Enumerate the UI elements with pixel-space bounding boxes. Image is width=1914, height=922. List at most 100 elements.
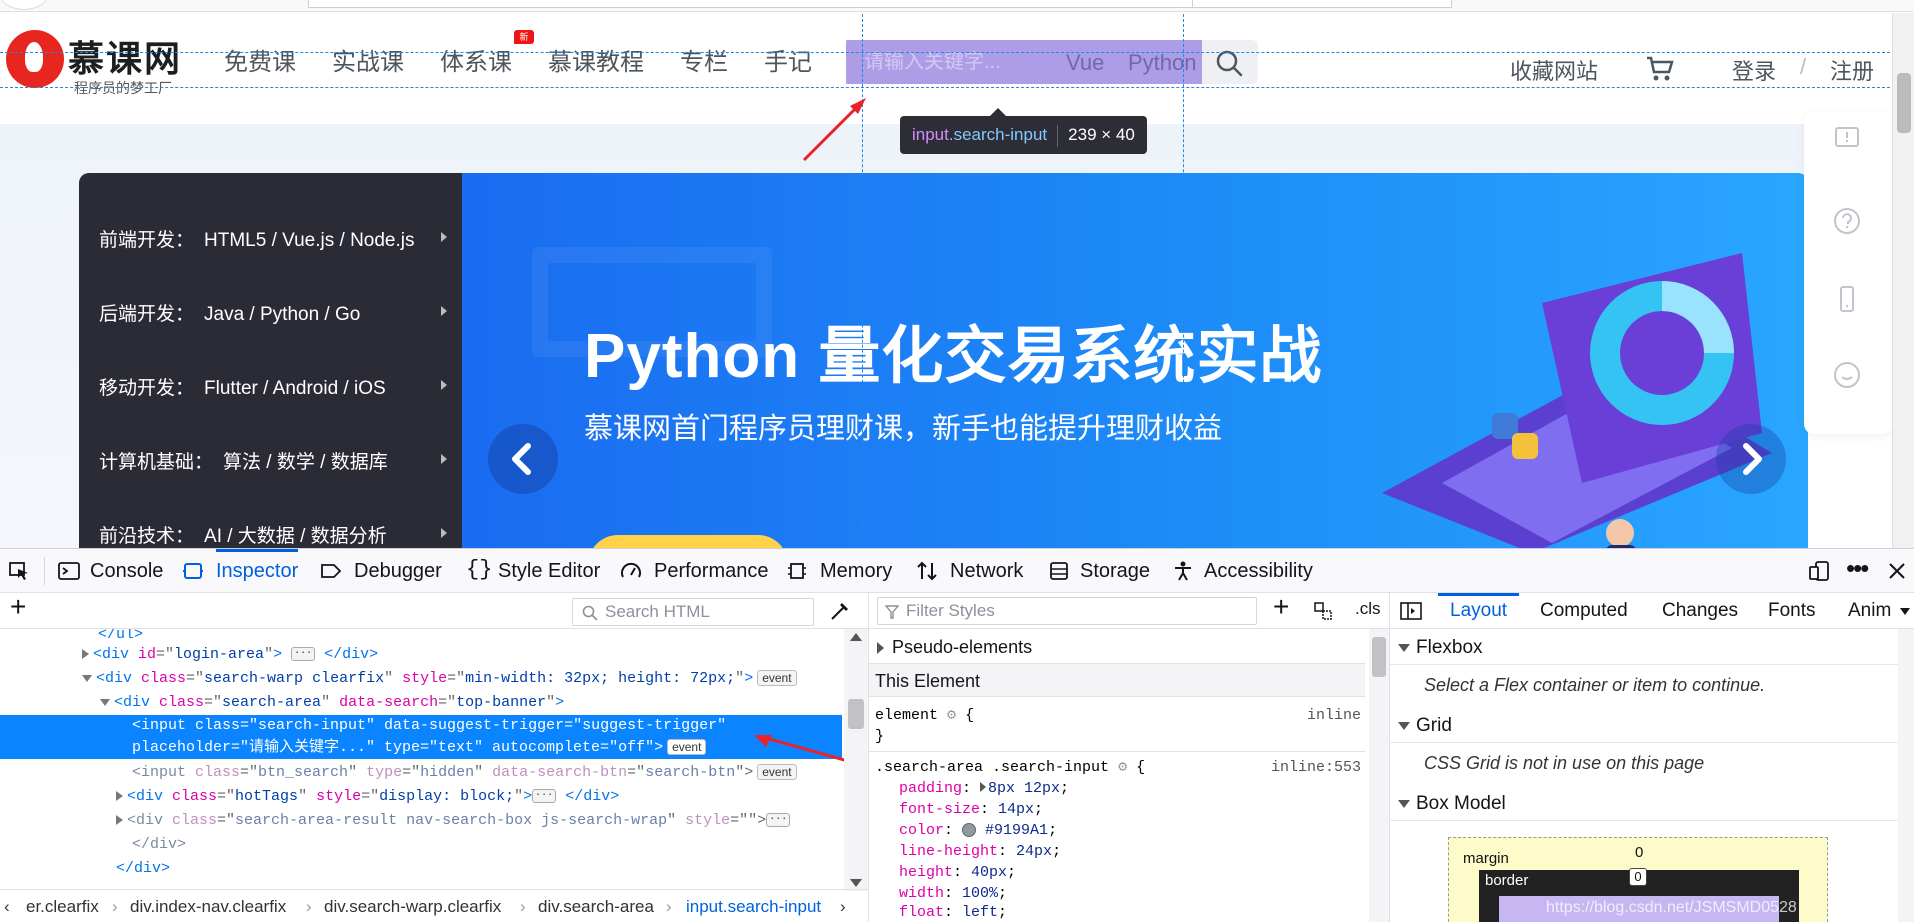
favorite-site-link[interactable]: 收藏网站 (1510, 54, 1598, 86)
tab-computed[interactable]: Computed (1540, 593, 1628, 629)
chat-service-icon[interactable] (1832, 360, 1862, 390)
tab-network[interactable]: Network (950, 549, 1023, 593)
banner-slide[interactable]: Python 量化交易系统实战 慕课网首门程序员理财课，新手也能提升理财收益 (462, 173, 1808, 548)
carousel-next-button[interactable] (1716, 424, 1786, 494)
markup-line[interactable]: <div id="login-area"> ··· </div> (0, 643, 842, 667)
declaration-color[interactable]: color: #9199A1; (899, 820, 1395, 841)
declaration-line-height[interactable]: line-height: 24px; (899, 841, 1395, 862)
rules-scrollbar[interactable] (1369, 629, 1389, 922)
breadcrumb-item[interactable]: div.search-warp.clearfix (324, 890, 501, 922)
tab-inspector[interactable]: Inspector (216, 549, 299, 593)
page-scrollbar-thumb[interactable] (1897, 73, 1911, 133)
nav-item-free-courses[interactable]: 免费课 (224, 42, 296, 77)
tab-memory[interactable]: Memory (820, 549, 892, 593)
markup-line[interactable]: </div> (0, 833, 842, 857)
menu-item-frontend[interactable]: 前端开发： HTML5 / Vue.js / Node.js (99, 225, 415, 252)
browser-address-bar[interactable] (308, 0, 1198, 8)
feedback-icon[interactable] (1832, 124, 1862, 154)
grid-section-header[interactable]: Grid (1390, 709, 1898, 743)
pseudo-elements-toggle[interactable]: Pseudo-elements (877, 633, 1373, 661)
nav-item-tutorials[interactable]: 慕课教程 (548, 42, 644, 77)
rule-source[interactable]: inline (1307, 705, 1361, 726)
mobile-app-icon[interactable] (1832, 284, 1862, 314)
box-model-section-header[interactable]: Box Model (1390, 787, 1898, 821)
filter-styles-input[interactable]: Filter Styles (877, 597, 1257, 625)
register-link[interactable]: 注册 (1830, 54, 1874, 86)
responsive-design-icon[interactable] (1808, 561, 1830, 581)
breadcrumb-back-icon[interactable]: ‹ (4, 890, 10, 922)
browser-back-button[interactable] (0, 0, 48, 10)
add-node-icon[interactable]: + (10, 591, 26, 623)
tab-debugger[interactable]: Debugger (354, 549, 442, 593)
event-badge[interactable]: event (757, 764, 797, 781)
markup-line[interactable]: <div class="hotTags" style="display: blo… (0, 785, 842, 809)
tab-animations[interactable]: Anim (1848, 593, 1891, 629)
cls-toggle[interactable]: .cls (1355, 599, 1381, 619)
hot-tag-vue[interactable]: Vue (1066, 50, 1104, 76)
markup-line[interactable]: <div class="search-area" data-search="to… (0, 691, 842, 715)
breadcrumb-forward-icon[interactable]: › (840, 890, 846, 922)
menu-item-frontier[interactable]: 前沿技术： AI / 大数据 / 数据分析 (99, 521, 387, 548)
hot-tag-python[interactable]: Python (1128, 50, 1197, 76)
gear-icon[interactable]: ⚙ (947, 707, 956, 724)
flexbox-section-header[interactable]: Flexbox (1390, 631, 1898, 665)
collapsed-children-icon[interactable]: ··· (766, 813, 791, 828)
login-link[interactable]: 登录 (1732, 54, 1776, 86)
nav-item-system-courses[interactable]: 体系课 (440, 42, 512, 77)
breadcrumb-item[interactable]: er.clearfix (26, 890, 99, 922)
collapsed-children-icon[interactable]: ··· (291, 647, 316, 662)
breadcrumb-item-current[interactable]: input.search-input (686, 890, 821, 922)
toggle-sidebar-icon[interactable] (1400, 601, 1422, 621)
breadcrumb-item[interactable]: div.index-nav.clearfix (130, 890, 286, 922)
tab-accessibility[interactable]: Accessibility (1204, 549, 1313, 593)
markup-scrollbar-thumb[interactable] (848, 699, 864, 729)
close-icon[interactable] (1886, 561, 1908, 581)
nav-item-practical-courses[interactable]: 实战课 (332, 42, 404, 77)
rule-source[interactable]: inline:553 (1271, 757, 1361, 778)
eyedropper-icon[interactable] (828, 599, 852, 623)
markup-line[interactable]: <div class="search-warp clearfix" style=… (0, 667, 842, 691)
event-badge[interactable]: event (757, 670, 797, 687)
event-badge[interactable]: event (667, 739, 707, 756)
search-html-input[interactable]: Search HTML (572, 598, 814, 626)
border-top-value[interactable]: 0 (1629, 868, 1647, 886)
search-input-rule[interactable]: .search-area .search-input ⚙ {inline:553 (875, 757, 1371, 778)
tab-storage[interactable]: Storage (1080, 549, 1150, 593)
site-logo[interactable]: 慕课网 程序员的梦工厂 (6, 30, 196, 100)
collapsed-children-icon[interactable]: ··· (532, 789, 557, 804)
menu-item-backend[interactable]: 后端开发： Java / Python / Go (99, 299, 360, 326)
markup-line[interactable]: </div> (0, 857, 842, 881)
cart-icon[interactable] (1646, 56, 1674, 82)
declaration-padding[interactable]: padding: 8px 12px; (899, 778, 1395, 799)
markup-line-selected[interactable]: <input class="search-input" data-suggest… (0, 715, 842, 759)
margin-top-value[interactable]: 0 (1635, 844, 1643, 861)
menu-item-cs-basics[interactable]: 计算机基础： 算法 / 数学 / 数据库 (99, 447, 388, 474)
browser-search-bar[interactable] (1192, 0, 1452, 8)
chevron-down-icon[interactable] (1900, 608, 1910, 615)
declaration-font-size[interactable]: font-size: 14px; (899, 799, 1395, 820)
add-rule-icon[interactable]: + (1273, 591, 1289, 623)
tab-style-editor[interactable]: Style Editor (498, 549, 600, 593)
help-icon[interactable] (1832, 206, 1862, 236)
tab-performance[interactable]: Performance (654, 549, 769, 593)
toggle-pseudo-classes-icon[interactable] (1313, 601, 1335, 623)
carousel-prev-button[interactable] (488, 424, 558, 494)
declaration-float[interactable]: float: left; (899, 902, 1395, 922)
tab-console[interactable]: Console (90, 549, 163, 593)
tab-changes[interactable]: Changes (1662, 593, 1738, 629)
more-options-icon[interactable]: ••• (1846, 553, 1869, 584)
color-swatch[interactable] (962, 823, 977, 838)
gear-icon[interactable]: ⚙ (1118, 759, 1127, 776)
page-scrollbar[interactable] (1892, 13, 1914, 548)
nav-item-notes[interactable]: 手记 (764, 42, 812, 77)
tab-fonts[interactable]: Fonts (1768, 593, 1816, 629)
menu-item-mobile[interactable]: 移动开发： Flutter / Android / iOS (99, 373, 386, 400)
rules-scrollbar-thumb[interactable] (1372, 637, 1386, 677)
breadcrumb-item[interactable]: div.search-area (538, 890, 654, 922)
markup-line[interactable]: <input class="btn_search" type="hidden" … (0, 761, 842, 785)
tab-layout[interactable]: Layout (1437, 593, 1520, 629)
markup-scrollbar[interactable] (844, 629, 868, 891)
declaration-width[interactable]: width: 100%; (899, 883, 1395, 904)
layout-scrollbar[interactable] (1898, 629, 1914, 922)
nav-item-columns[interactable]: 专栏 (680, 42, 728, 77)
